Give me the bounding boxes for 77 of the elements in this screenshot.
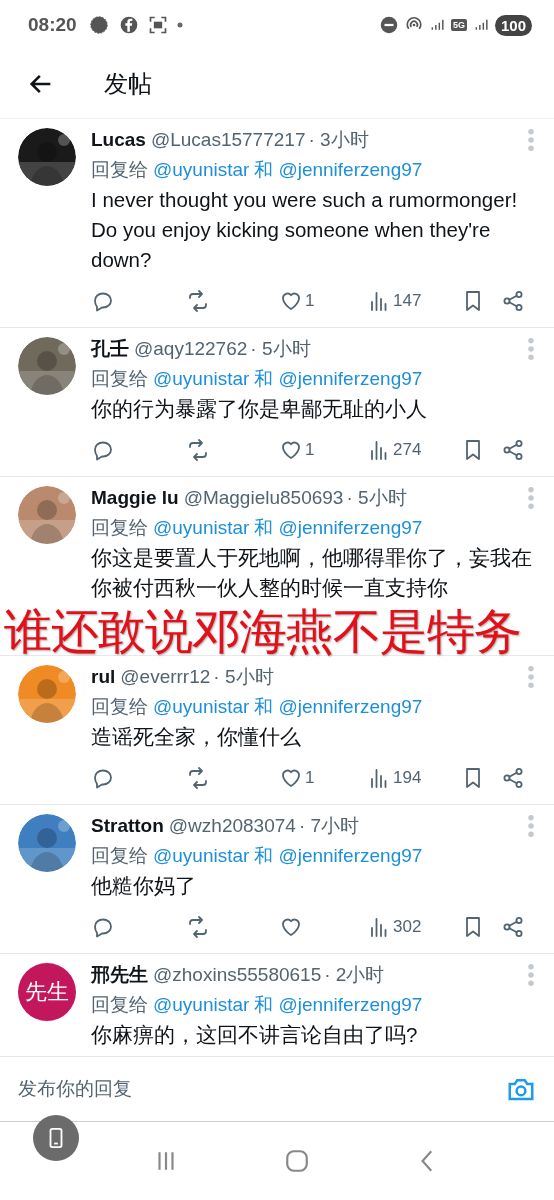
mention-link[interactable]: @jenniferzeng97 — [278, 841, 423, 871]
reply-joiner: 和 — [254, 695, 274, 719]
home-icon[interactable] — [284, 1148, 310, 1174]
reply-label: 回复给 — [91, 367, 148, 391]
mention-link[interactable]: @jenniferzeng97 — [278, 990, 423, 1020]
dot-icon — [176, 22, 183, 28]
post-time: · 5小时 — [213, 665, 274, 689]
view-count: 302 — [393, 917, 422, 937]
floating-phone-button[interactable] — [33, 1115, 79, 1161]
user-name[interactable]: 孔壬 — [91, 334, 129, 364]
reply-label: 回复给 — [91, 158, 148, 182]
mention-link[interactable]: @uyunistar — [153, 364, 250, 394]
reply-text: 你这是要置人于死地啊，他哪得罪你了，妄我在你被付西秋一伙人整的时候一直支持你 — [91, 545, 532, 601]
share-icon[interactable] — [501, 915, 525, 939]
page-title: 发帖 — [104, 69, 152, 99]
view-count: 194 — [393, 768, 422, 788]
post-time: · 5小时 — [250, 337, 311, 361]
repost-icon[interactable] — [186, 289, 210, 313]
user-name[interactable]: Lucas — [91, 125, 146, 155]
mention-link[interactable]: @uyunistar — [153, 841, 250, 871]
mention-link[interactable]: @jenniferzeng97 — [278, 364, 423, 394]
reply-label: 回复给 — [91, 844, 148, 868]
view-count: 274 — [393, 440, 422, 460]
mention-link[interactable]: @jenniferzeng97 — [278, 513, 423, 543]
overlay-caption: 谁还敢说邓海燕不是特务 — [4, 606, 521, 656]
user-name[interactable]: Maggie lu — [91, 483, 179, 513]
repost-icon[interactable] — [186, 915, 210, 939]
mention-link[interactable]: @uyunistar — [153, 990, 250, 1020]
view-count: 147 — [393, 291, 422, 311]
user-handle: @aqy122762 — [134, 337, 248, 361]
user-handle: @Lucas15777217 — [150, 128, 306, 152]
mention-link[interactable]: @uyunistar — [153, 692, 250, 722]
screenshot-icon — [147, 15, 168, 35]
share-icon[interactable] — [501, 438, 525, 462]
mention-link[interactable]: @jenniferzeng97 — [278, 692, 423, 722]
mention-link[interactable]: @jenniferzeng97 — [278, 155, 423, 185]
like-count: 1 — [305, 440, 315, 460]
do-not-disturb-icon — [379, 16, 398, 34]
clock-time: 08:20 — [28, 14, 77, 36]
reply-text: I never thought you were such a rumormonger! Do you enjoy kicking someone when they're down? — [91, 187, 519, 273]
reply-text: 他糙你妈了 — [91, 873, 197, 899]
reply-text: 你麻痹的，这回不讲言论自由了吗? — [91, 1022, 419, 1048]
user-handle: @everrr12 — [120, 665, 211, 689]
like-count: 1 — [305, 768, 315, 788]
reply-text: 你的行为暴露了你是卑鄙无耻的小人 — [91, 396, 428, 422]
reply-label: 回复给 — [91, 993, 148, 1017]
like-count: 1 — [305, 291, 315, 311]
reply-joiner: 和 — [254, 158, 274, 182]
post-time: · 7小时 — [298, 814, 360, 838]
reply-joiner: 和 — [254, 516, 274, 540]
facebook-icon — [118, 15, 139, 35]
network-label: 5G — [450, 19, 467, 31]
reply-text: 造谣死全家，你懂什么 — [91, 724, 302, 750]
share-icon[interactable] — [501, 766, 525, 790]
mention-link[interactable]: @uyunistar — [153, 155, 250, 185]
battery-level: 100 — [494, 14, 532, 36]
share-icon[interactable] — [501, 289, 525, 313]
user-name[interactable]: 邢先生 — [91, 960, 148, 990]
repost-icon[interactable] — [186, 438, 210, 462]
post-time: · 2小时 — [324, 963, 385, 987]
reply-joiner: 和 — [254, 993, 274, 1017]
user-name[interactable]: Stratton — [91, 811, 164, 841]
post-time: · 5小时 — [346, 486, 407, 510]
user-handle: @wzh2083074 — [168, 814, 296, 838]
post-time: · 3小时 — [308, 128, 369, 152]
reply-label: 回复给 — [91, 695, 148, 719]
avatar[interactable]: 先生 — [18, 963, 76, 1021]
mention-link[interactable]: @uyunistar — [153, 513, 250, 543]
reply-field[interactable]: 发布你的回复 — [18, 1078, 506, 1100]
user-name[interactable]: rul — [91, 662, 116, 692]
chat-bubble-icon — [87, 14, 110, 36]
user-handle: @Maggielu850693 — [183, 486, 344, 510]
reply-joiner: 和 — [254, 367, 274, 391]
reply-label: 回复给 — [91, 516, 148, 540]
repost-icon[interactable] — [186, 766, 210, 790]
reply-joiner: 和 — [254, 844, 274, 868]
user-handle: @zhoxins55580615 — [153, 963, 322, 987]
